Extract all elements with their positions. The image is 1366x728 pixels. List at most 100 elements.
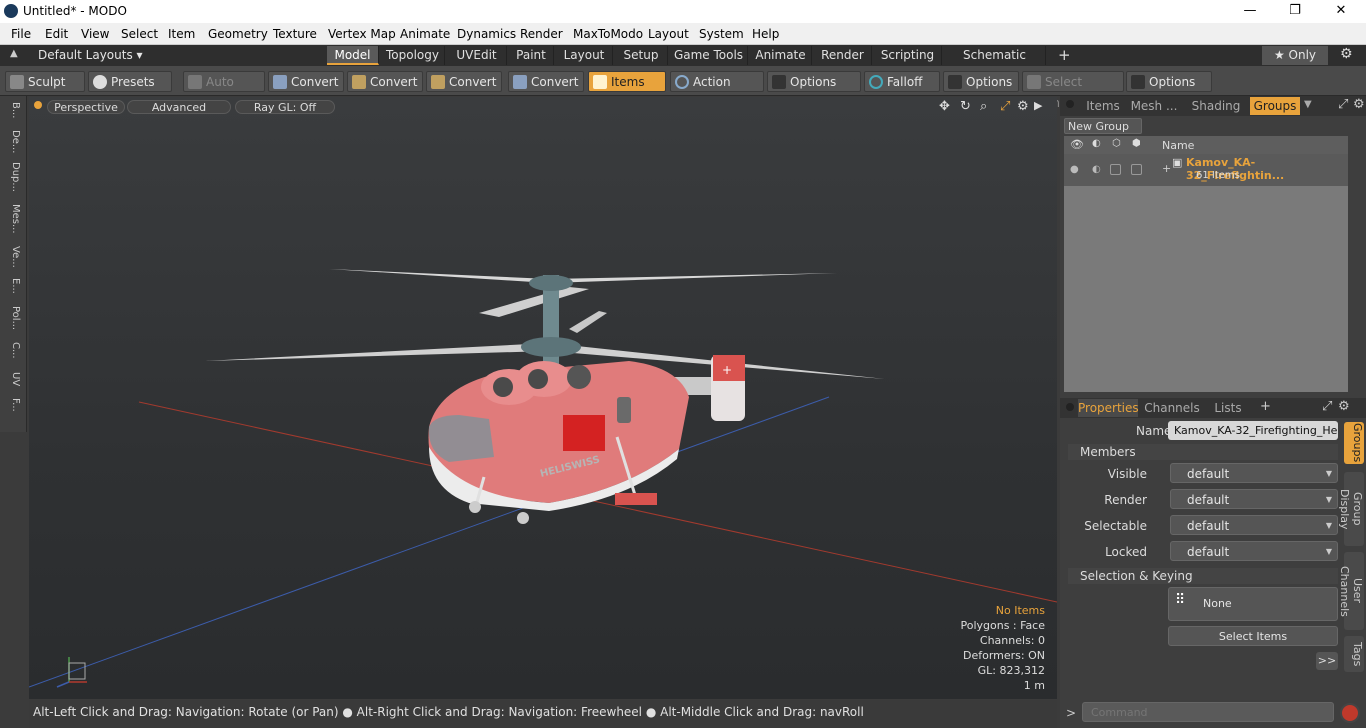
row-lock-checkbox[interactable] [1110, 164, 1121, 175]
tab-channels[interactable]: Channels [1144, 399, 1200, 417]
side-door-panel [563, 415, 605, 451]
menu-maxtomodo[interactable]: MaxToModo [573, 27, 643, 41]
menu-dynamics[interactable]: Dynamics [457, 27, 516, 41]
status-bar: Alt-Left Click and Drag: Navigation: Rot… [29, 700, 1057, 728]
menu-texture[interactable]: Texture [273, 27, 317, 41]
polygons-status: Polygons : Face [960, 619, 1045, 632]
new-group-button[interactable]: New Group [1064, 118, 1142, 134]
strip-tab-curve[interactable]: C... [5, 342, 21, 359]
selectable-dropdown[interactable]: default [1170, 515, 1338, 536]
close-button[interactable]: ✕ [1331, 2, 1351, 20]
strip-tab-basic[interactable]: B... [5, 102, 21, 118]
convert-button-4[interactable]: Convert [508, 71, 584, 92]
tab-layout[interactable]: Layout [556, 46, 613, 65]
menu-render[interactable]: Render [520, 27, 563, 41]
action-center-button[interactable]: Action Center [670, 71, 764, 110]
tab-game-tools[interactable]: Game Tools [670, 46, 748, 65]
modo-logo-icon [4, 4, 18, 18]
falloff-button[interactable]: Falloff [864, 71, 940, 92]
add-tab-button[interactable]: + [1260, 399, 1271, 414]
row-select-checkbox[interactable] [1131, 164, 1142, 175]
tab-items[interactable]: Items [1082, 97, 1124, 115]
command-input[interactable] [1082, 702, 1334, 722]
menu-select[interactable]: Select [121, 27, 158, 41]
expand-plus-icon[interactable]: + [1162, 162, 1171, 175]
locked-dropdown[interactable]: default [1170, 541, 1338, 562]
vtab-group-display[interactable]: Group Display [1338, 472, 1364, 546]
items-mode-button[interactable]: Items [588, 71, 666, 92]
options-button-1[interactable]: Options [767, 71, 861, 92]
strip-tab-vertex[interactable]: Ve... [5, 246, 21, 268]
select-items-button[interactable]: Select Items [1168, 626, 1338, 646]
menu-file[interactable]: File [11, 27, 31, 41]
menu-vertex-map[interactable]: Vertex Map [328, 27, 396, 41]
menu-help[interactable]: Help [752, 27, 779, 41]
menu-view[interactable]: View [81, 27, 109, 41]
tab-lists[interactable]: Lists [1206, 399, 1250, 417]
options-button-3[interactable]: Options [1126, 71, 1212, 92]
members-section-header[interactable]: Members [1068, 444, 1338, 460]
panel-gear-icon[interactable]: ⚙ [1353, 97, 1365, 112]
tab-menu-chevron-icon[interactable]: ▼ [1304, 99, 1312, 110]
strip-tab-deform[interactable]: De... [5, 130, 21, 153]
panel-gear-icon[interactable]: ⚙ [1338, 399, 1350, 414]
tab-properties[interactable]: Properties [1078, 399, 1139, 417]
tab-paint[interactable]: Paint [509, 46, 554, 65]
tab-render[interactable]: Render [814, 46, 872, 65]
vtab-tags[interactable]: Tags [1344, 636, 1364, 672]
tab-topology[interactable]: Topology [381, 46, 445, 65]
name-label: Name [1136, 424, 1172, 438]
expand-icon[interactable]: ⤢ [1338, 97, 1348, 112]
tab-groups[interactable]: Groups [1250, 97, 1300, 115]
none-selector-button[interactable]: ⠿ None [1168, 587, 1338, 621]
gear-icon[interactable]: ⚙ [1340, 46, 1353, 62]
strip-tab-edge[interactable]: E... [5, 278, 21, 294]
selection-keying-section-header[interactable]: Selection & Keying [1068, 568, 1338, 584]
sculpt-button[interactable]: Sculpt [5, 71, 85, 92]
tab-animate[interactable]: Animate [750, 46, 812, 65]
convert-button-1[interactable]: Convert [268, 71, 344, 92]
minimize-button[interactable]: — [1240, 2, 1260, 20]
record-icon[interactable] [1340, 703, 1360, 723]
select-through-button[interactable]: Select Through [1022, 71, 1124, 110]
tab-scripting[interactable]: Scripting [874, 46, 942, 65]
row-eye-icon[interactable]: ● [1070, 164, 1079, 175]
row-render-icon[interactable]: ◐ [1092, 164, 1101, 175]
tab-schematic-fusion[interactable]: Schematic Fusion [944, 46, 1046, 81]
menu-layout[interactable]: Layout [648, 27, 689, 41]
presets-button[interactable]: Presets F6 [88, 71, 172, 110]
group-row[interactable]: ● ◐ + ▣ Kamov_KA-32_Firefightin... 61 It… [1064, 154, 1348, 186]
auto-select-button[interactable]: Auto Select [183, 71, 265, 110]
tab-setup[interactable]: Setup [615, 46, 668, 65]
menu-geometry[interactable]: Geometry [208, 27, 268, 41]
strip-tab-fusion[interactable]: F... [5, 398, 21, 412]
visible-dropdown[interactable]: default [1170, 463, 1338, 484]
tab-shading[interactable]: Shading [1184, 97, 1248, 115]
menu-system[interactable]: System [699, 27, 744, 41]
add-tab-button[interactable]: + [1058, 46, 1071, 64]
strip-tab-duplicate[interactable]: Dup... [5, 162, 21, 192]
vtab-groups[interactable]: Groups [1344, 422, 1364, 464]
maximize-button[interactable]: ❐ [1285, 2, 1305, 20]
expand-icon[interactable]: ⤢ [1322, 399, 1332, 414]
menu-edit[interactable]: Edit [45, 27, 68, 41]
menu-animate[interactable]: Animate [400, 27, 450, 41]
strip-tab-polygon[interactable]: Pol... [5, 306, 21, 330]
convert-button-2[interactable]: Convert [347, 71, 423, 92]
menu-item[interactable]: Item [168, 27, 195, 41]
only-toggle[interactable]: ★ Only [1262, 46, 1328, 65]
more-button[interactable]: >> [1316, 652, 1338, 670]
strip-tab-uv[interactable]: UV [5, 372, 21, 386]
tab-uvedit[interactable]: UVEdit [447, 46, 507, 65]
render-dropdown[interactable]: default [1170, 489, 1338, 510]
3d-viewport[interactable]: Perspective Advanced Ray GL: Off ✥ ↻ ⌕ ⤢… [29, 97, 1057, 699]
options-button-2[interactable]: Options [943, 71, 1019, 92]
convert-button-3[interactable]: Convert [426, 71, 502, 92]
vtab-user-channels[interactable]: User Channels [1338, 552, 1364, 630]
tab-mesh[interactable]: Mesh ... [1130, 97, 1178, 115]
group-name-field[interactable]: Kamov_KA-32_Firefighting_Helico [1168, 421, 1338, 440]
tab-model[interactable]: Model [327, 46, 379, 65]
layout-toggle-icon[interactable]: ▲ [10, 48, 18, 59]
strip-tab-mesh[interactable]: Mes... [5, 204, 21, 234]
default-layouts-dropdown[interactable]: Default Layouts ▾ [38, 48, 143, 62]
